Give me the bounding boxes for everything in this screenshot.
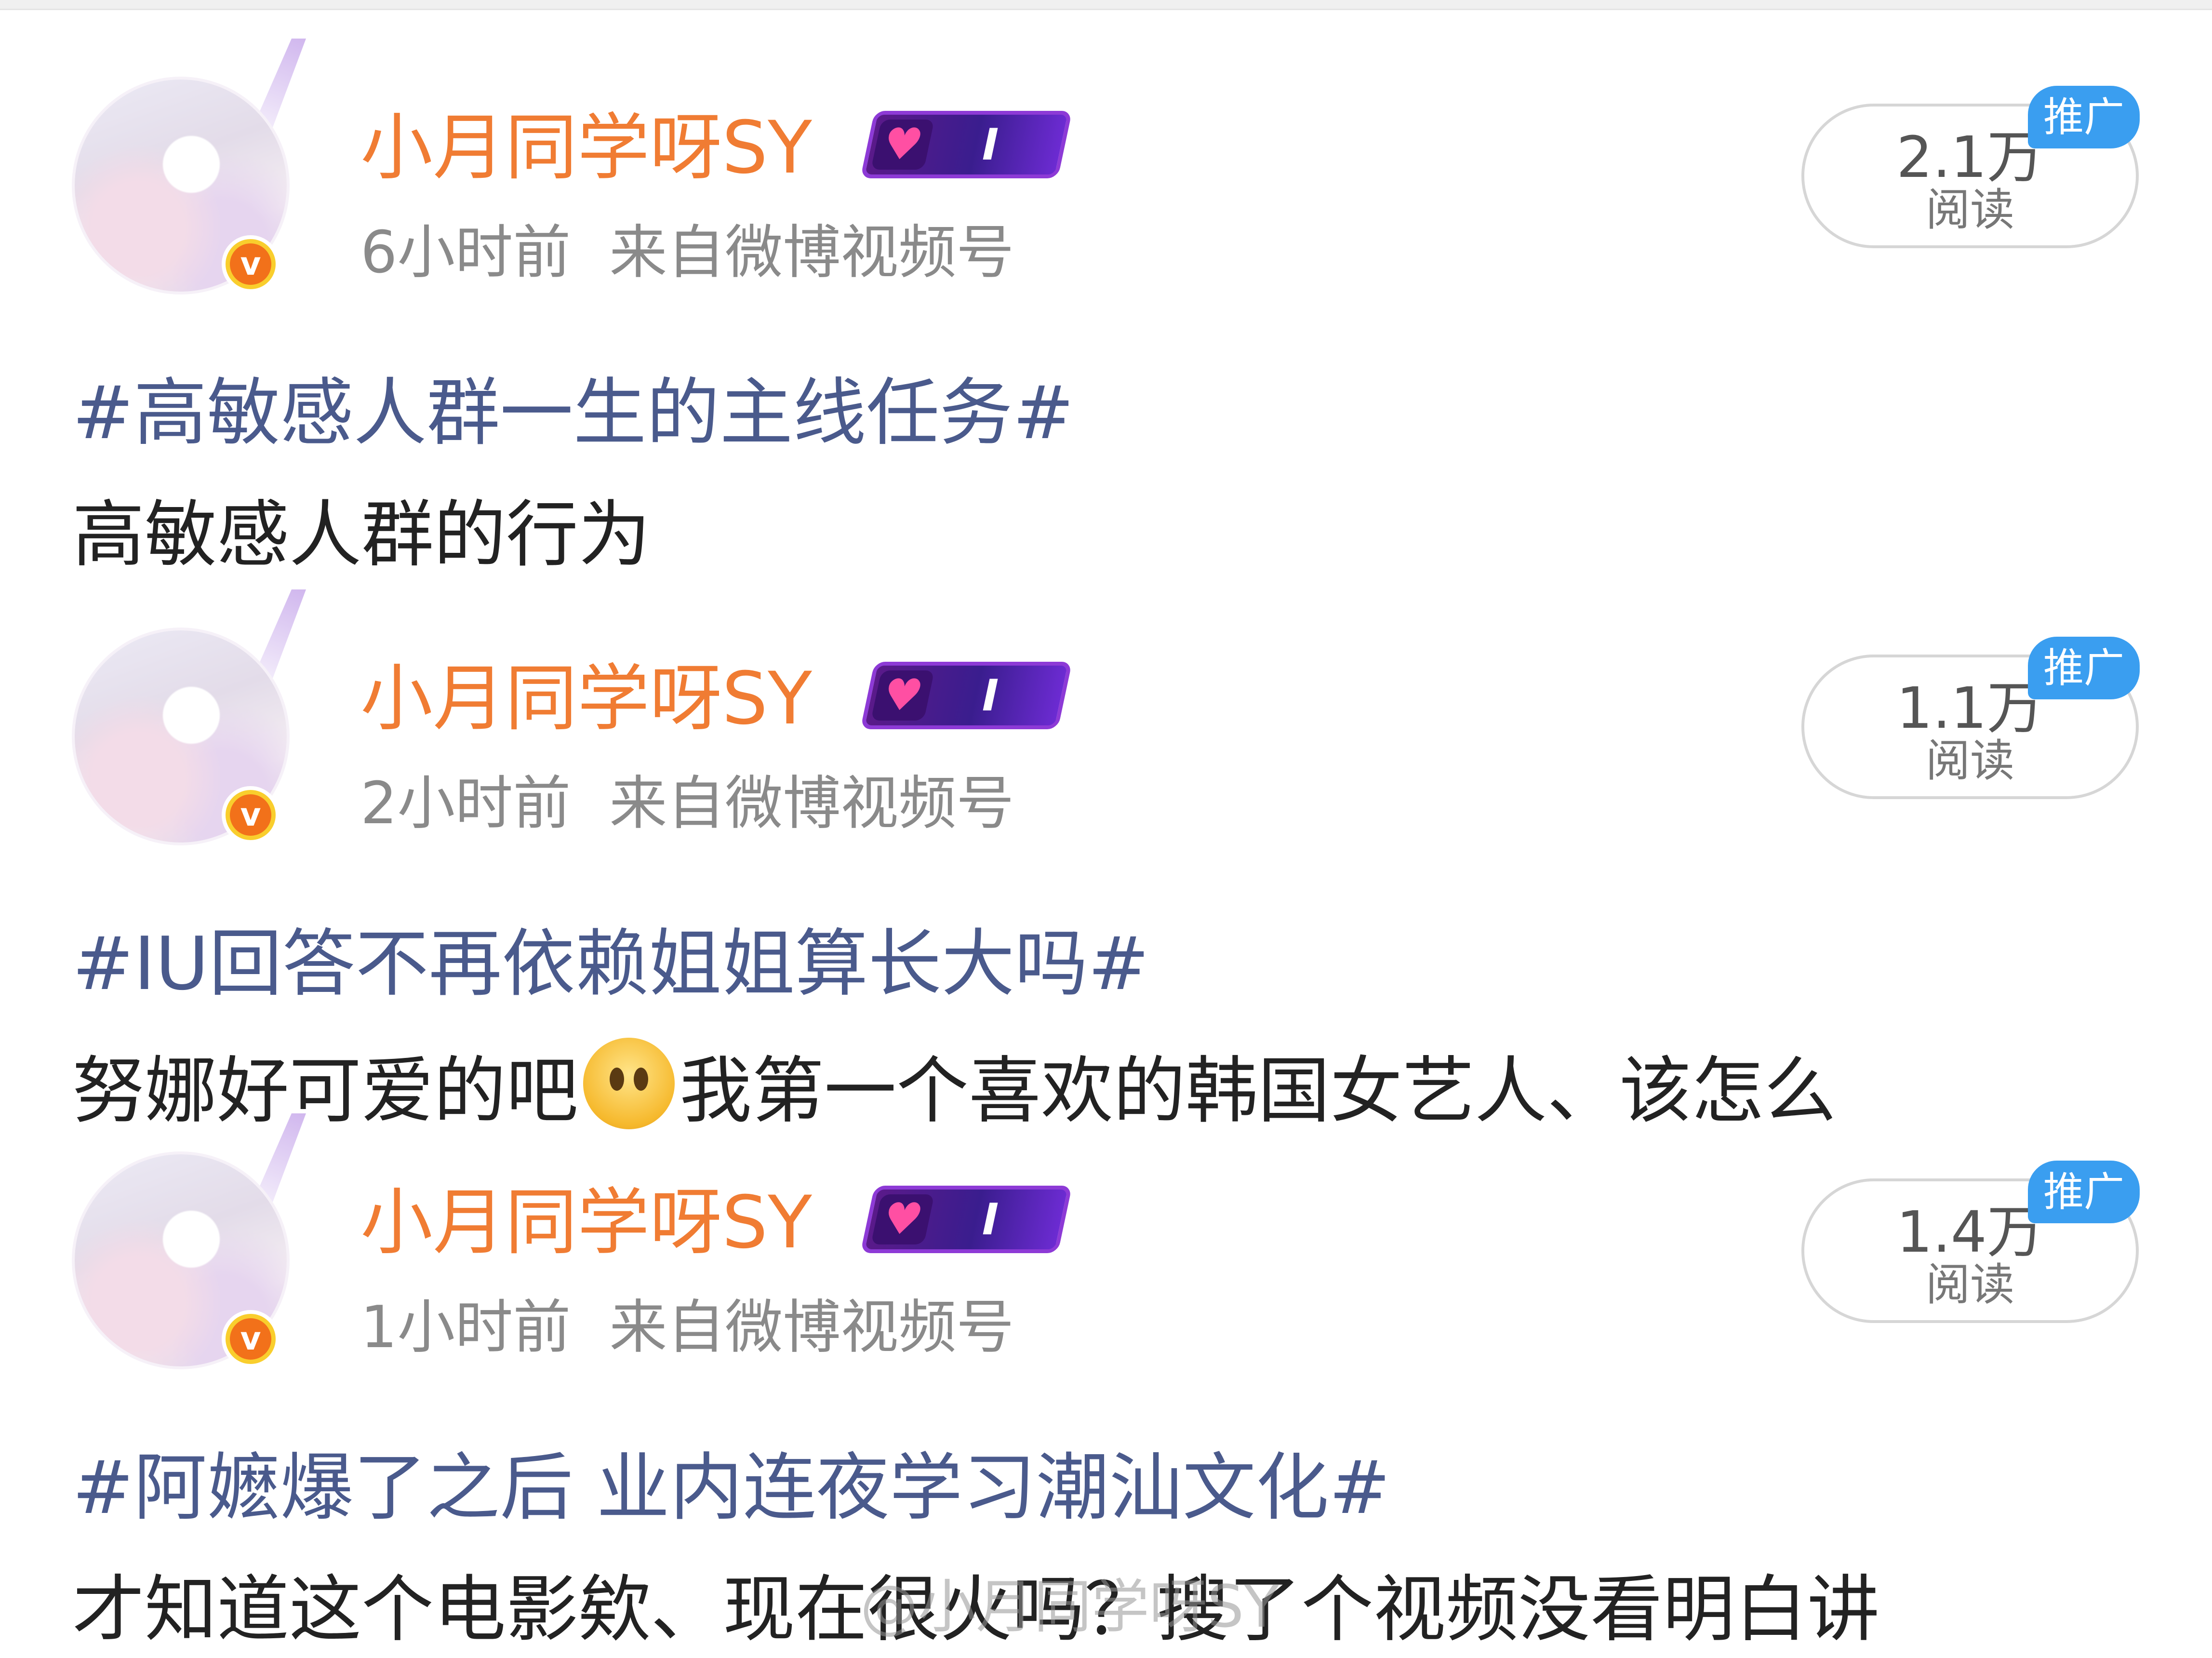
weibo-watermark: @小月同学呀SY <box>860 1574 1279 1641</box>
post-source[interactable]: 来自微博视频号 <box>609 770 1014 837</box>
post-source[interactable]: 来自微博视频号 <box>609 219 1014 286</box>
topic-hashtag[interactable]: #阿嬷爆了之后 业内连夜学习潮汕文化# <box>72 1440 1390 1536</box>
fan-level-badge[interactable]: ♥ I <box>860 1186 1072 1253</box>
read-label: 阅读 <box>1925 735 2014 787</box>
heart-icon: ♥ <box>870 119 935 170</box>
post-time: 2小时前 <box>360 770 571 837</box>
promote-badge[interactable]: 推广 <box>2028 637 2140 699</box>
post-time: 6小时前 <box>360 219 571 286</box>
topic-hashtag[interactable]: #高敏感人群一生的主线任务# <box>72 365 1074 461</box>
fan-level-badge[interactable]: ♥ I <box>860 662 1072 729</box>
post-source[interactable]: 来自微博视频号 <box>609 1294 1014 1361</box>
avatar[interactable]: v <box>60 1113 311 1383</box>
fan-level-number: I <box>976 120 1004 170</box>
verified-v-icon: v <box>222 786 280 844</box>
verified-v-icon: v <box>222 235 280 293</box>
avatar[interactable]: v <box>60 39 311 308</box>
promote-badge[interactable]: 推广 <box>2028 1161 2140 1223</box>
username[interactable]: 小月同学呀SY <box>360 1177 812 1269</box>
feed-post[interactable]: v 小月同学呀SY ♥ I 2小时前 来自微博视频号 1.1万 阅读 推广 #IU… <box>0 551 2212 1133</box>
read-label: 阅读 <box>1925 184 2014 236</box>
post-time: 1小时前 <box>360 1294 571 1361</box>
avatar[interactable]: v <box>60 589 311 859</box>
promote-badge[interactable]: 推广 <box>2028 86 2140 148</box>
fan-level-badge[interactable]: ♥ I <box>860 111 1072 178</box>
verified-v-icon: v <box>222 1310 280 1368</box>
fan-level-number: I <box>976 670 1004 721</box>
heart-icon: ♥ <box>870 670 935 721</box>
post-meta: 1小时前 来自微博视频号 <box>360 1289 1014 1366</box>
fan-level-number: I <box>976 1194 1004 1245</box>
heart-icon: ♥ <box>870 1194 935 1244</box>
feed-post[interactable]: v 小月同学呀SY ♥ I 1小时前 来自微博视频号 1.4万 阅读 推广 #阿嬷… <box>0 1075 2212 1652</box>
username[interactable]: 小月同学呀SY <box>360 102 812 194</box>
feed-post[interactable]: v 小月同学呀SY ♥ I 6小时前 来自微博视频号 2.1万 阅读 推广 #高敏… <box>0 0 2212 577</box>
post-meta: 6小时前 来自微博视频号 <box>360 214 1014 292</box>
read-label: 阅读 <box>1925 1259 2014 1310</box>
username[interactable]: 小月同学呀SY <box>360 653 812 745</box>
topic-hashtag[interactable]: #IU回答不再依赖姐姐算长大吗# <box>72 916 1149 1012</box>
post-meta: 2小时前 来自微博视频号 <box>360 765 1014 842</box>
